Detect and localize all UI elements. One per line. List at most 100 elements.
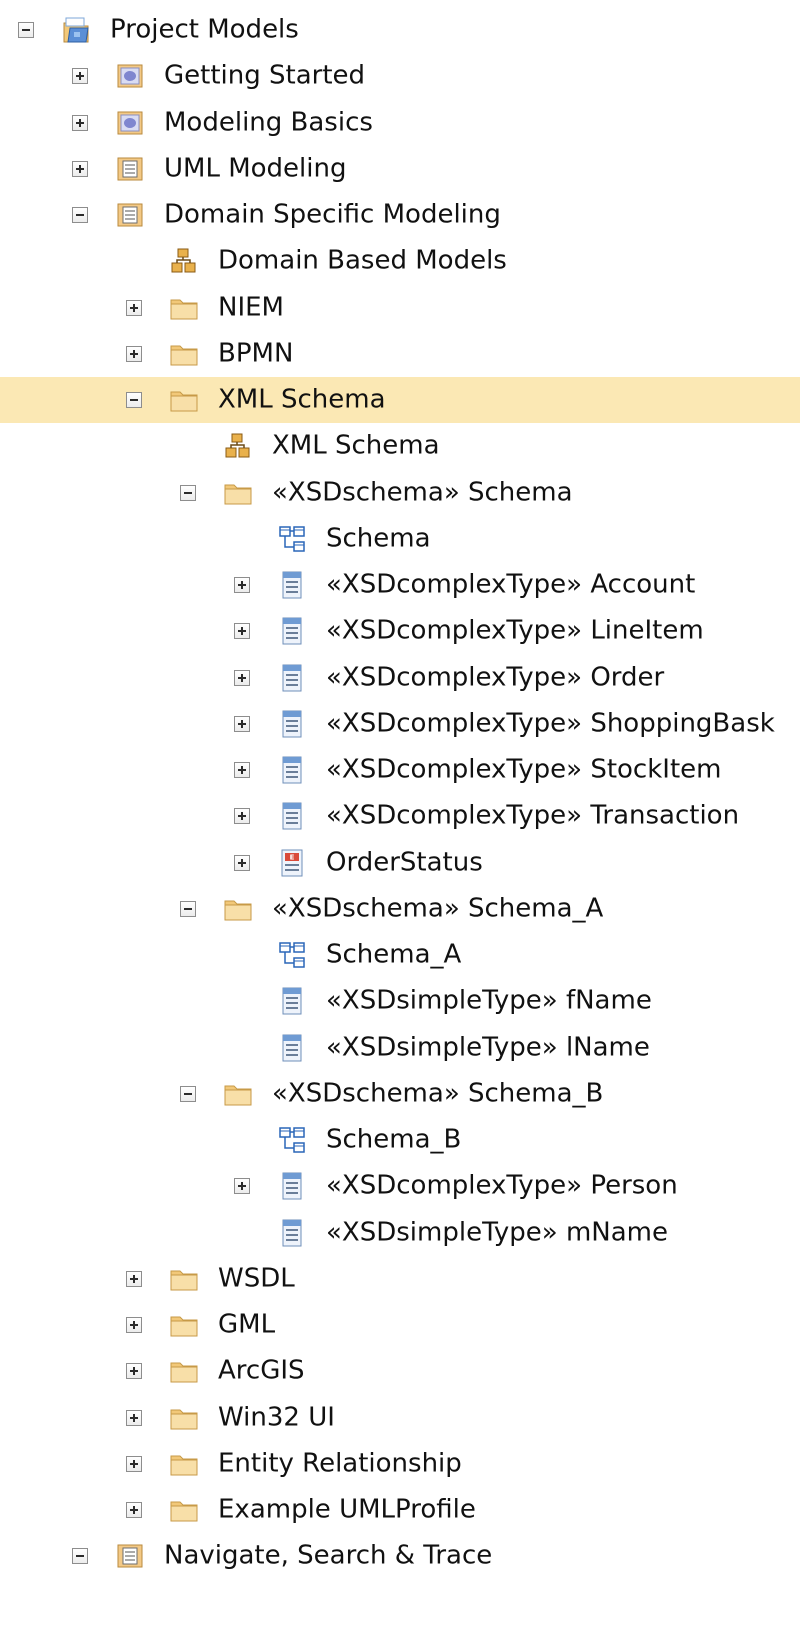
collapse-toggle-icon[interactable] bbox=[180, 1085, 196, 1102]
folder-icon bbox=[168, 1355, 200, 1387]
tree-node-label: NIEM bbox=[218, 292, 284, 323]
tree-node-gml[interactable]: GML bbox=[0, 1302, 800, 1348]
tree-node-navigate-search-trace[interactable]: Navigate, Search & Trace bbox=[0, 1533, 800, 1579]
tree-node-label: «XSDcomplexType» Transaction bbox=[326, 800, 740, 831]
expand-toggle-icon[interactable] bbox=[72, 68, 88, 85]
tree-node-xsdcomplextype-stockitem[interactable]: «XSDcomplexType» StockItem bbox=[0, 747, 800, 793]
folder-icon bbox=[222, 893, 254, 925]
expand-toggle-icon[interactable] bbox=[234, 715, 250, 732]
expand-toggle-icon[interactable] bbox=[126, 1363, 142, 1380]
class-element-icon bbox=[276, 1217, 308, 1249]
expand-toggle-icon[interactable] bbox=[126, 1455, 142, 1472]
enumeration-icon: E bbox=[276, 847, 308, 879]
folder-icon bbox=[168, 1263, 200, 1295]
collapse-toggle-icon[interactable] bbox=[180, 484, 196, 501]
folder-icon bbox=[168, 384, 200, 416]
expand-toggle-icon[interactable] bbox=[234, 577, 250, 594]
tree-node-xml-schema[interactable]: XML Schema bbox=[0, 423, 800, 469]
expand-toggle-icon[interactable] bbox=[234, 808, 250, 825]
tree-node-label: XML Schema bbox=[272, 430, 440, 461]
tree-node-xsdschema-schema[interactable]: «XSDschema» Schema bbox=[0, 470, 800, 516]
class-element-icon bbox=[276, 1032, 308, 1064]
tree-node-schema-a[interactable]: Schema_A bbox=[0, 932, 800, 978]
tree-node-schema-b[interactable]: Schema_B bbox=[0, 1117, 800, 1163]
tree-node-xsdschema-schema-b[interactable]: «XSDschema» Schema_B bbox=[0, 1071, 800, 1117]
tree-node-label: «XSDcomplexType» StockItem bbox=[326, 754, 722, 785]
class-element-icon bbox=[276, 754, 308, 786]
expand-toggle-icon[interactable] bbox=[126, 1270, 142, 1287]
expand-toggle-icon[interactable] bbox=[126, 1409, 142, 1426]
tree-node-bpmn[interactable]: BPMN bbox=[0, 331, 800, 377]
expand-toggle-icon[interactable] bbox=[234, 623, 250, 640]
tree-node-xsdcomplextype-account[interactable]: «XSDcomplexType» Account bbox=[0, 562, 800, 608]
project-browser-tree: Project Models Getting Started Modeling Ba… bbox=[0, 7, 800, 1580]
expand-toggle-icon[interactable] bbox=[234, 762, 250, 779]
tree-node-modeling-basics[interactable]: Modeling Basics bbox=[0, 100, 800, 146]
expand-toggle-icon[interactable] bbox=[234, 669, 250, 686]
expand-toggle-icon[interactable] bbox=[126, 1502, 142, 1519]
package-view-icon bbox=[114, 1540, 146, 1572]
tree-node-xsdschema-schema-a[interactable]: «XSDschema» Schema_A bbox=[0, 886, 800, 932]
class-diagram-icon bbox=[276, 939, 308, 971]
tree-node-arcgis[interactable]: ArcGIS bbox=[0, 1348, 800, 1394]
collapse-toggle-icon[interactable] bbox=[18, 22, 34, 39]
folder-icon bbox=[168, 292, 200, 324]
class-element-icon bbox=[276, 662, 308, 694]
tree-node-xsdsimpletype-mname[interactable]: «XSDsimpleType» mName bbox=[0, 1210, 800, 1256]
class-element-icon bbox=[276, 615, 308, 647]
tree-node-entity-relationship[interactable]: Entity Relationship bbox=[0, 1441, 800, 1487]
tree-node-label: Schema_A bbox=[326, 939, 462, 970]
folder-icon bbox=[222, 477, 254, 509]
tree-node-xsdcomplextype-lineitem[interactable]: «XSDcomplexType» LineItem bbox=[0, 608, 800, 654]
expand-toggle-icon[interactable] bbox=[72, 160, 88, 177]
expand-toggle-icon[interactable] bbox=[234, 854, 250, 871]
tree-node-xml-schema[interactable]: XML Schema bbox=[0, 377, 800, 424]
tree-node-xsdsimpletype-fname[interactable]: «XSDsimpleType» fName bbox=[0, 978, 800, 1024]
tree-node-project-models[interactable]: Project Models bbox=[0, 7, 800, 53]
collapse-toggle-icon[interactable] bbox=[126, 392, 142, 409]
collapse-toggle-icon[interactable] bbox=[72, 207, 88, 224]
tree-node-orderstatus[interactable]: E OrderStatus bbox=[0, 840, 800, 886]
tree-node-label: «XSDsimpleType» fName bbox=[326, 985, 652, 1016]
tree-node-label: «XSDsimpleType» lName bbox=[326, 1032, 650, 1063]
tree-node-xsdcomplextype-order[interactable]: «XSDcomplexType» Order bbox=[0, 655, 800, 701]
class-element-icon bbox=[276, 800, 308, 832]
tree-node-label: UML Modeling bbox=[164, 153, 347, 184]
collapse-toggle-icon[interactable] bbox=[180, 900, 196, 917]
expand-toggle-icon[interactable] bbox=[126, 1317, 142, 1334]
expand-toggle-icon[interactable] bbox=[126, 299, 142, 316]
tree-node-label: Navigate, Search & Trace bbox=[164, 1540, 493, 1571]
model-view-icon bbox=[114, 60, 146, 92]
tree-node-xsdcomplextype-person[interactable]: «XSDcomplexType» Person bbox=[0, 1163, 800, 1209]
tree-node-label: Domain Specific Modeling bbox=[164, 199, 501, 230]
tree-node-label: Entity Relationship bbox=[218, 1448, 462, 1479]
class-element-icon bbox=[276, 1170, 308, 1202]
expand-toggle-icon[interactable] bbox=[126, 345, 142, 362]
tree-node-label: BPMN bbox=[218, 338, 294, 369]
tree-node-label: «XSDsimpleType» mName bbox=[326, 1217, 668, 1248]
folder-icon bbox=[168, 1402, 200, 1434]
folder-icon bbox=[168, 1309, 200, 1341]
tree-node-label: OrderStatus bbox=[326, 847, 483, 878]
tree-node-label: «XSDcomplexType» Account bbox=[326, 569, 696, 600]
tree-node-domain-specific-modeling[interactable]: Domain Specific Modeling bbox=[0, 192, 800, 238]
tree-node-xsdcomplextype-shoppingbask[interactable]: «XSDcomplexType» ShoppingBask bbox=[0, 701, 800, 747]
expand-toggle-icon[interactable] bbox=[72, 114, 88, 131]
tree-node-getting-started[interactable]: Getting Started bbox=[0, 53, 800, 99]
tree-node-niem[interactable]: NIEM bbox=[0, 285, 800, 331]
tree-node-win32-ui[interactable]: Win32 UI bbox=[0, 1395, 800, 1441]
tree-node-label: Getting Started bbox=[164, 60, 366, 91]
tree-node-uml-modeling[interactable]: UML Modeling bbox=[0, 146, 800, 192]
tree-node-xsdcomplextype-transaction[interactable]: «XSDcomplexType» Transaction bbox=[0, 793, 800, 839]
tree-node-example-umlprofile[interactable]: Example UMLProfile bbox=[0, 1487, 800, 1533]
tree-node-domain-based-models[interactable]: Domain Based Models bbox=[0, 238, 800, 284]
model-diagram-icon bbox=[222, 430, 254, 462]
tree-node-xsdsimpletype-lname[interactable]: «XSDsimpleType» lName bbox=[0, 1025, 800, 1071]
class-diagram-icon bbox=[276, 523, 308, 555]
collapse-toggle-icon[interactable] bbox=[72, 1548, 88, 1565]
tree-node-label: Domain Based Models bbox=[218, 245, 507, 276]
tree-node-label: GML bbox=[218, 1309, 276, 1340]
tree-node-wsdl[interactable]: WSDL bbox=[0, 1256, 800, 1302]
expand-toggle-icon[interactable] bbox=[234, 1178, 250, 1195]
tree-node-schema[interactable]: Schema bbox=[0, 516, 800, 562]
